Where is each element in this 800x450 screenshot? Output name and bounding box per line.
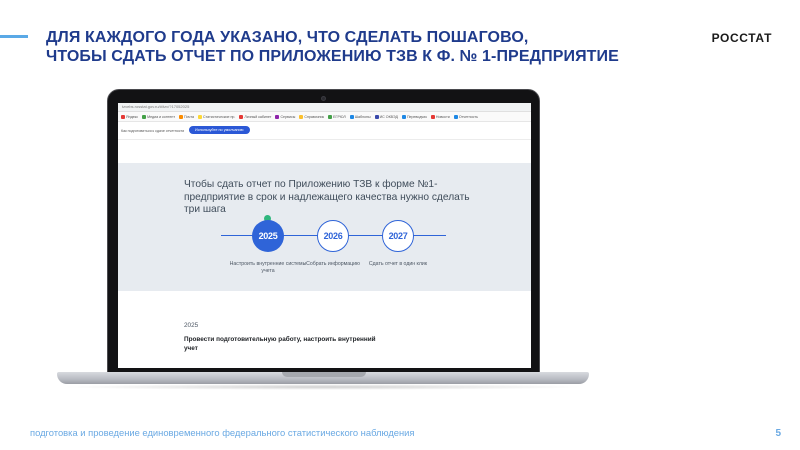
bookmark-item[interactable]: ИС ОКВЭД	[374, 114, 398, 119]
bookmark-item[interactable]: Личный кабинет	[239, 114, 272, 119]
bookmark-item[interactable]: Сервисы	[275, 114, 296, 119]
bookmark-item[interactable]: Справочник	[299, 114, 325, 119]
camera-icon	[321, 96, 326, 101]
nav-primary-button[interactable]: Используйте по умолчанию	[189, 126, 250, 134]
step-2025-circle[interactable]: 2025	[252, 220, 284, 252]
media-icon	[142, 114, 147, 119]
bookmark-item[interactable]: Медиа и контент	[142, 114, 175, 119]
bookmark-label: Справочник	[304, 114, 325, 119]
accent-bar	[0, 35, 28, 38]
laptop-screen: tzvebs.rosstat.gov.ru/#/tzv/?17052025 Ян…	[118, 103, 531, 368]
bookmark-item[interactable]: Яндекс	[121, 114, 139, 119]
bookmark-item[interactable]: ЕГРЮЛ	[328, 114, 346, 119]
reports-icon	[453, 114, 458, 119]
mail-icon	[179, 114, 183, 119]
bookmark-label: ЕГРЮЛ	[333, 114, 346, 119]
bookmark-label: Новости	[435, 114, 450, 119]
bookmark-label: Личный кабинет	[244, 114, 272, 119]
bookmark-label: Статистические пр.	[202, 114, 236, 119]
bookmark-label: ИС ОКВЭД	[379, 114, 398, 119]
laptop-notch	[282, 372, 366, 377]
folder-icon	[197, 114, 202, 119]
slide-title: ДЛЯ КАЖДОГО ГОДА УКАЗАНО, ЧТО СДЕЛАТЬ ПО…	[46, 28, 686, 66]
yandex-icon	[121, 114, 125, 119]
browser-address-bar[interactable]: tzvebs.rosstat.gov.ru/#/tzv/?17052025	[118, 103, 531, 112]
nav-link[interactable]: Как подготовиться к сдаче отчетности	[121, 129, 184, 133]
section-heading: Провести подготовительную работу, настро…	[184, 336, 376, 352]
bookmark-label: Шаблоны	[354, 114, 371, 119]
footer-text: подготовка и проведение единовременного …	[30, 427, 415, 438]
cabinet-icon	[239, 114, 244, 119]
bookmark-item[interactable]: Статистические пр.	[197, 114, 236, 119]
bookmarks-bar: Яндекс Медиа и контент Почта Статистические…	[118, 112, 531, 122]
brand-logo: РОССТАТ	[711, 31, 772, 45]
hero-section: Чтобы сдать отчет по Приложению ТЗВ к фо…	[118, 163, 531, 291]
site-navigation: Как подготовиться к сдаче отчетности Исп…	[118, 122, 531, 140]
bookmark-item[interactable]: Отчетность	[453, 114, 478, 119]
egrul-icon	[328, 114, 333, 119]
bookmark-label: Переводчик	[406, 114, 427, 119]
bookmark-item[interactable]: Переводчик	[401, 114, 427, 119]
bookmark-label: Медиа и контент	[147, 114, 175, 119]
bookmark-label: Сервисы	[280, 114, 296, 119]
okved-icon	[374, 114, 379, 119]
browser-address-text: tzvebs.rosstat.gov.ru/#/tzv/?17052025	[122, 104, 190, 109]
step-2027-circle[interactable]: 2027	[382, 220, 414, 252]
bookmark-label: Почта	[184, 114, 194, 119]
step-2027-label: Сдать отчет в один клик	[368, 261, 428, 267]
bookmark-item[interactable]: Новости	[430, 114, 450, 119]
services-icon	[275, 114, 280, 119]
laptop-shadow	[60, 384, 586, 390]
section-year: 2025	[184, 322, 199, 329]
slide-title-line-1: ДЛЯ КАЖДОГО ГОДА УКАЗАНО, ЧТО СДЕЛАТЬ ПО…	[46, 29, 529, 46]
bookmark-label: Отчетность	[458, 114, 478, 119]
slide-title-line-2: ЧТОБЫ СДАТЬ ОТЧЕТ ПО ПРИЛОЖЕНИЮ ТЗВ К Ф.…	[46, 48, 619, 65]
translate-icon	[401, 114, 406, 119]
reference-icon	[299, 114, 304, 119]
bookmark-item[interactable]: Почта	[179, 114, 194, 119]
news-icon	[430, 114, 435, 119]
bookmark-item[interactable]: Шаблоны	[349, 114, 371, 119]
templates-icon	[349, 114, 354, 119]
step-2026-circle[interactable]: 2026	[317, 220, 349, 252]
page-number: 5	[775, 428, 781, 439]
bookmark-label: Яндекс	[126, 114, 139, 119]
hero-title: Чтобы сдать отчет по Приложению ТЗВ к фо…	[184, 179, 470, 215]
